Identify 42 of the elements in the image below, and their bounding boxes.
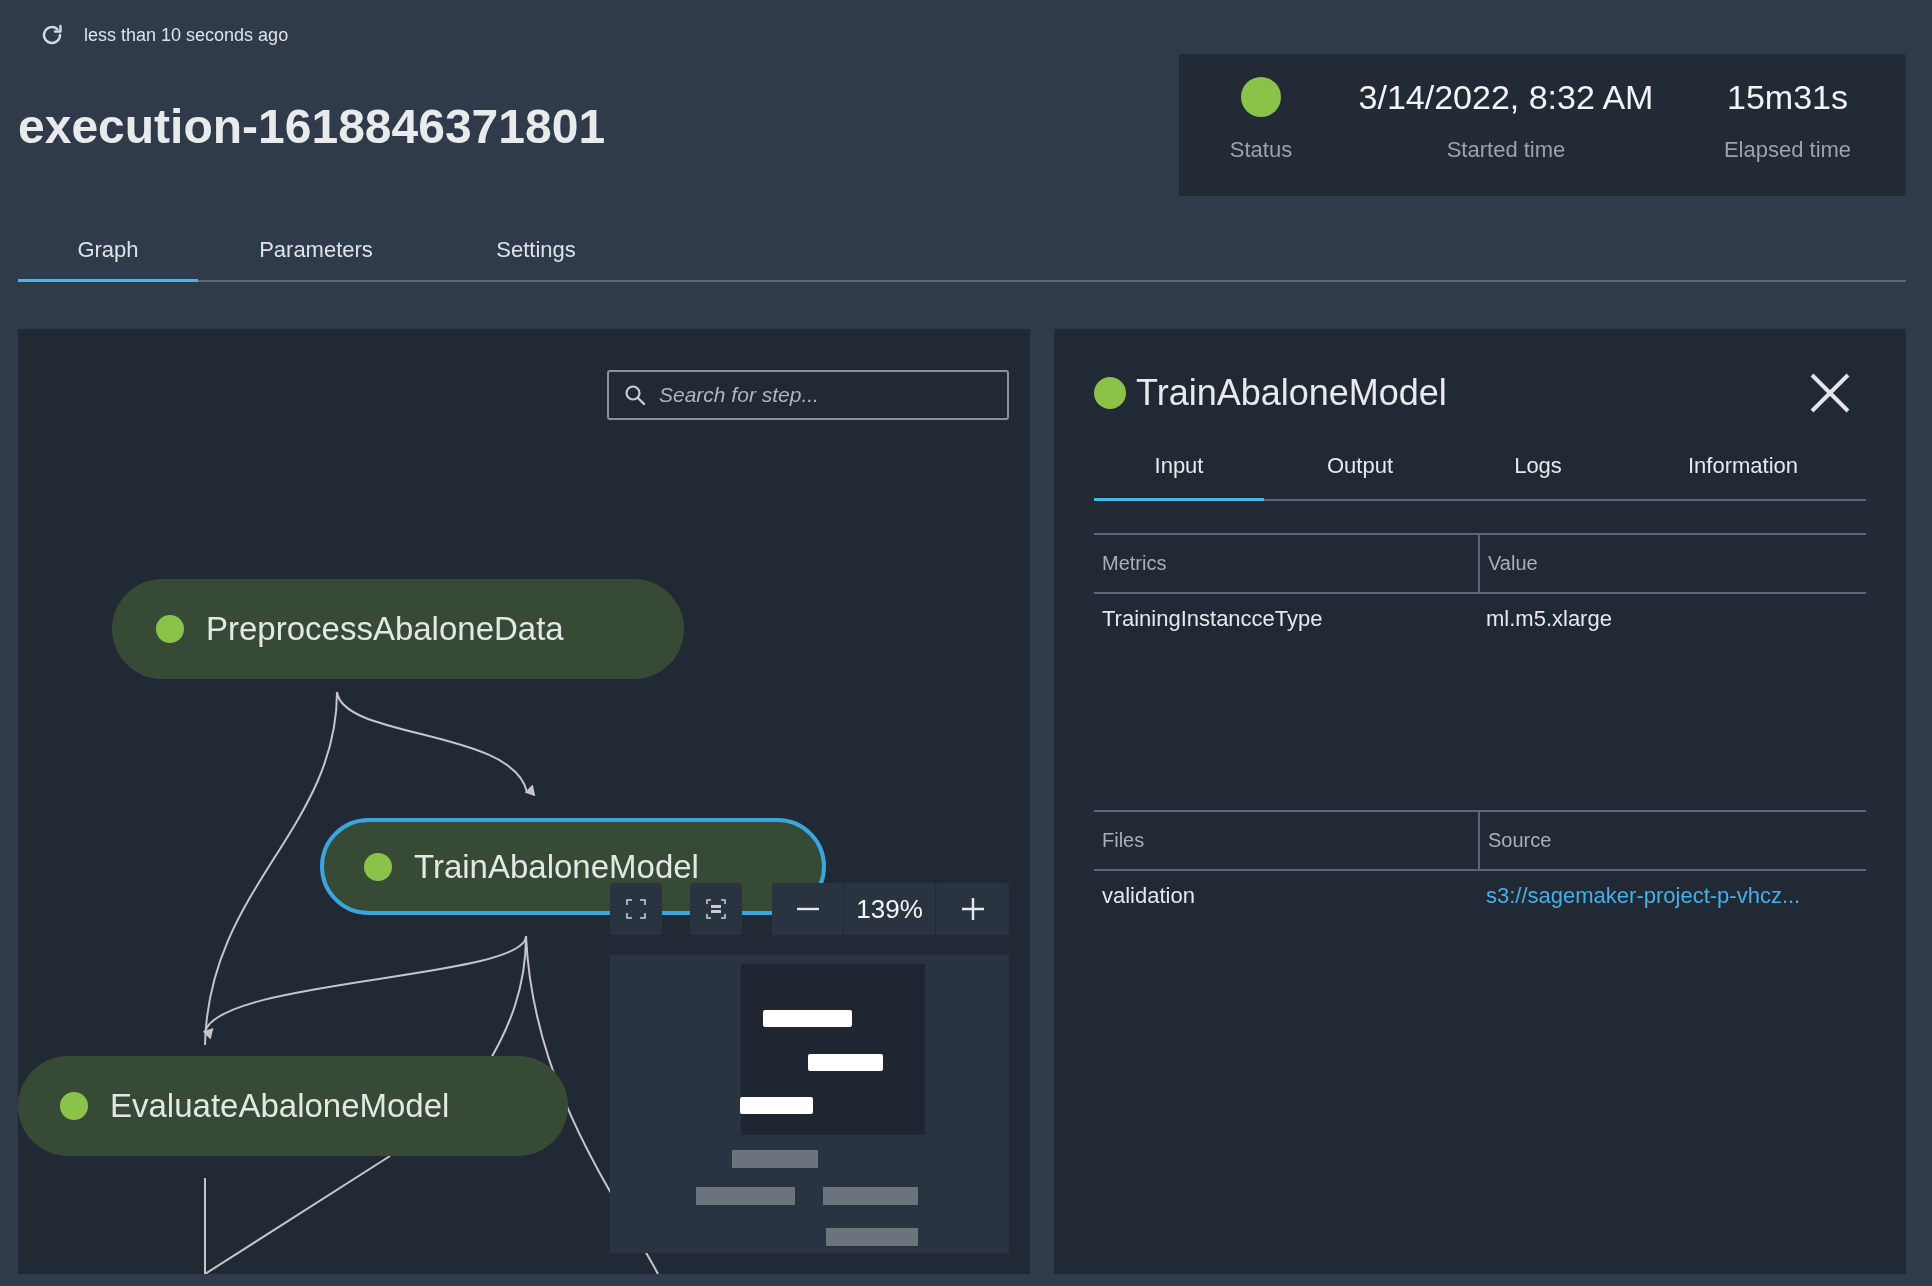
step-name: TrainAbaloneModel [414, 847, 699, 886]
tab[interactable]: Information [1620, 429, 1866, 501]
tab[interactable]: Parameters [198, 220, 434, 282]
tab[interactable]: Logs [1456, 429, 1620, 501]
status-label: Status [1229, 137, 1293, 163]
step-node[interactable]: TrainAbaloneModel [320, 818, 826, 915]
table-cell-text: ml.m5.xlarge [1485, 606, 1613, 632]
execution-title: execution-1618846371801 [18, 99, 606, 155]
step-name: EvaluateAbaloneModel [110, 1087, 450, 1125]
step-node[interactable]: PreprocessAbaloneData [112, 579, 684, 679]
elapsed-time-value: 15m31s [1727, 77, 1848, 118]
column-header: Source [1478, 812, 1866, 869]
elapsed-time-label: Elapsed time [1723, 137, 1852, 163]
minimap-drawing[interactable] [610, 955, 1009, 1253]
source-link[interactable]: s3://sagemaker-project-p-vhcz... [1478, 883, 1866, 909]
fullscreen-icon [626, 899, 646, 919]
step-name: PreprocessAbaloneData [206, 610, 564, 648]
tab[interactable]: Input [1094, 429, 1264, 501]
refresh-icon[interactable] [40, 23, 64, 47]
step-title: TrainAbaloneModel [1136, 372, 1448, 414]
search-field[interactable]: Search for step... [607, 370, 1009, 420]
tab[interactable]: Output [1264, 429, 1456, 501]
started-time-value: 3/14/2022, 8:32 AM [1358, 77, 1654, 118]
column-header: Value [1478, 535, 1866, 592]
tab[interactable]: Settings [434, 220, 638, 282]
plus-icon [961, 898, 984, 920]
tab[interactable]: Graph [18, 220, 198, 282]
started-time-label: Started time [1446, 137, 1566, 163]
search-icon [623, 383, 647, 407]
column-header: Metrics [1101, 551, 1168, 576]
table-cell-text: validation [1101, 883, 1196, 909]
minus-icon [796, 907, 819, 911]
column-header: Files [1101, 828, 1146, 853]
fit-view-button[interactable] [690, 883, 742, 935]
fullscreen-button[interactable] [610, 883, 662, 935]
fit-view-icon [706, 899, 726, 919]
close-icon[interactable] [1810, 373, 1850, 413]
step-node[interactable]: EvaluateAbaloneModel [18, 1056, 568, 1156]
last-refresh-text: less than 10 seconds ago [84, 24, 289, 46]
zoom-in-button[interactable] [936, 883, 1009, 935]
zoom-level: 139% [844, 883, 935, 935]
table-cell-text: TrainingInstancceType [1101, 606, 1324, 632]
